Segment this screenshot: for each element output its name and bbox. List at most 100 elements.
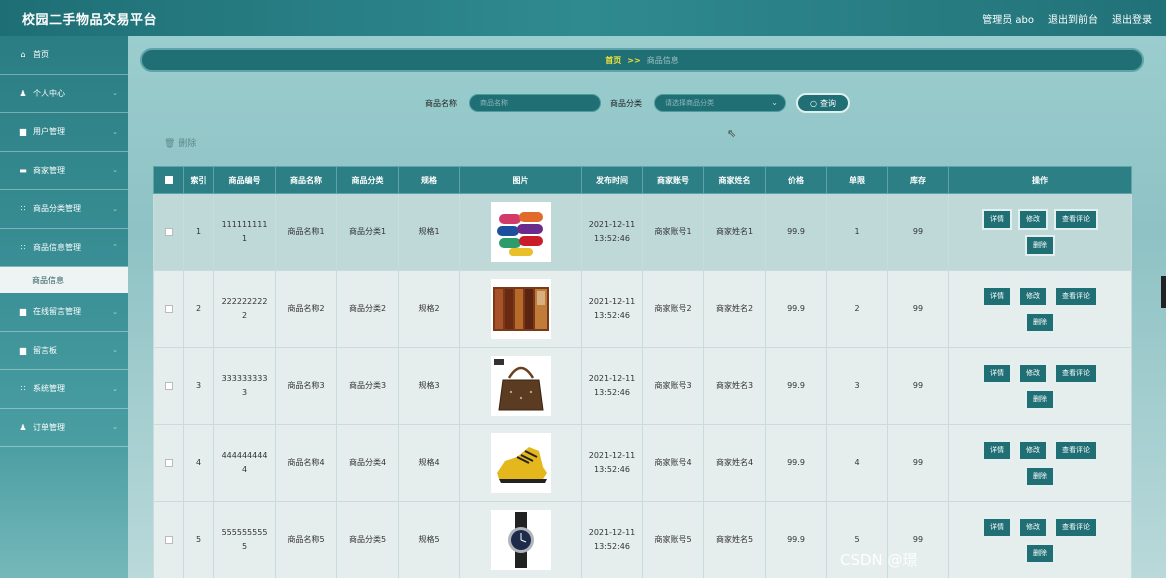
time-text: 13:52:46 [594,388,630,397]
search-button-label: 查询 [819,98,836,108]
doc-icon: ▆ [19,345,27,355]
delete-button[interactable]: 删除 [1025,388,1055,410]
category-select[interactable]: 请选择商品分类 ⌄ [654,94,786,112]
detail-button[interactable]: 详情 [982,208,1012,230]
name-input[interactable]: 商品名称 [469,94,601,112]
table-header-row: 索引 商品编号 商品名称 商品分类 规格 图片 发布时间 商家账号 商家姓名 价… [153,166,1132,194]
cell-name: 商品名称2 [275,270,337,348]
batch-delete-button[interactable]: 🗑 删除 [164,136,196,149]
edit-button[interactable]: 修改 [1018,439,1048,461]
admin-user-label[interactable]: 管理员 abo [982,11,1034,26]
product-image-handbag[interactable] [490,356,551,416]
delete-button[interactable]: 删除 [1025,465,1055,487]
view-reviews-button[interactable]: 查看评论 [1054,362,1098,384]
grid-icon: ∷ [20,384,26,394]
view-reviews-button[interactable]: 查看评论 [1054,516,1098,538]
cell-category: 商品分类3 [336,347,399,425]
sidebar-item-users[interactable]: ▆ 用户管理 ⌄ [0,113,128,152]
doc-icon: ▆ [19,307,27,317]
cell-name: 商品名称5 [275,501,337,578]
time-text: 13:52:46 [594,311,630,320]
select-all-header[interactable] [153,166,184,194]
cell-merchant: 商家姓名4 [703,424,766,502]
sidebar-item-label: 首页 [33,50,49,60]
product-image-wristwatch[interactable] [490,510,551,570]
delete-button[interactable]: 删除 [1025,542,1055,564]
detail-button[interactable]: 详情 [982,516,1012,538]
sidebar-item-label: 在线留言管理 [33,307,81,317]
column-header: 商品名称 [275,166,337,194]
sidebar-item-merchants[interactable]: ▬ 商家管理 ⌄ [0,152,128,190]
column-header: 价格 [765,166,827,194]
card-icon: ▬ [19,165,27,175]
cell-code: 3333333333 [213,347,276,425]
batch-delete-label: 删除 [178,139,197,149]
table-row: 5 5555555555 商品名称5 商品分类5 规格5 2021-12-11 1… [153,501,1132,578]
column-header: 单限 [826,166,888,194]
delete-button[interactable]: 删除 [1025,234,1055,256]
sidebar-item-board[interactable]: ▆ 留言板 ⌄ [0,332,128,370]
chevron-down-icon: ⌄ [112,346,118,355]
detail-button[interactable]: 详情 [982,362,1012,384]
header-links: 管理员 abo 退出到前台 退出登录 [982,11,1152,26]
sidebar-item-products[interactable]: ∷ 商品信息管理 ⌃ [0,229,128,267]
sidebar-item-system[interactable]: ∷ 系统管理 ⌄ [0,370,128,409]
product-image-sneaker[interactable] [490,433,551,493]
cell-actions: 详情 修改 查看评论 删除 [948,501,1132,578]
detail-button[interactable]: 详情 [982,285,1012,307]
sidebar-item-messages[interactable]: ▆ 在线留言管理 ⌄ [0,293,128,332]
cell-name: 商品名称4 [275,424,337,502]
sidebar-item-label: 用户管理 [33,127,65,137]
date-text: 2021-12-11 [588,374,636,383]
delete-button[interactable]: 删除 [1025,311,1055,333]
breadcrumb-separator: >> [627,55,641,65]
view-reviews-button[interactable]: 查看评论 [1054,208,1098,230]
row-select-cell [153,347,184,425]
row-checkbox[interactable] [164,227,173,236]
chevron-down-icon: ⌄ [112,127,118,136]
cell-merchant: 商家姓名2 [703,270,766,348]
breadcrumb-home[interactable]: 首页 [605,55,621,66]
cell-index: 4 [183,424,214,502]
cell-category: 商品分类2 [336,270,399,348]
edit-button[interactable]: 修改 [1018,285,1048,307]
watermark: CSDN @璟 [840,551,918,569]
logout-link[interactable]: 退出登录 [1112,11,1152,26]
home-icon: ⌂ [20,50,26,60]
product-image-yoga-mats[interactable] [490,202,551,262]
sidebar-subitem-product-info[interactable]: 商品信息 [0,267,128,293]
view-reviews-button[interactable]: 查看评论 [1054,439,1098,461]
cell-index: 2 [183,270,214,348]
sidebar-item-orders[interactable]: ♟ 订单管理 ⌄ [0,409,128,447]
cell-image [459,270,582,348]
cell-date: 2021-12-11 13:52:46 [581,424,643,502]
view-reviews-button[interactable]: 查看评论 [1054,285,1098,307]
sidebar-item-home[interactable]: ⌂ 首页 [0,36,128,75]
cell-stock: 99 [887,270,949,348]
sidebar-item-label: 系统管理 [33,384,65,394]
column-header: 库存 [887,166,949,194]
front-link[interactable]: 退出到前台 [1048,11,1098,26]
edit-button[interactable]: 修改 [1018,362,1048,384]
row-actions: 详情 修改 查看评论 删除 [965,516,1115,564]
detail-button[interactable]: 详情 [982,439,1012,461]
scrollbar-thumb[interactable] [1161,276,1166,308]
breadcrumb-current: 商品信息 [646,55,679,65]
edit-button[interactable]: 修改 [1018,516,1048,538]
row-checkbox[interactable] [164,458,173,467]
row-checkbox[interactable] [164,381,173,390]
column-header: 图片 [459,166,582,194]
product-image-books[interactable] [490,279,551,339]
select-all-checkbox[interactable] [164,176,173,184]
cell-limit: 3 [826,347,888,425]
search-button[interactable]: ○ 查询 [796,93,850,113]
cell-name: 商品名称1 [275,193,337,271]
cell-spec: 规格2 [398,270,460,348]
cell-index: 5 [183,501,214,578]
cell-spec: 规格1 [398,193,460,271]
row-checkbox[interactable] [164,304,173,313]
sidebar-item-categories[interactable]: ∷ 商品分类管理 ⌄ [0,190,128,229]
edit-button[interactable]: 修改 [1018,208,1048,230]
row-checkbox[interactable] [164,535,173,544]
column-header: 发布时间 [581,166,643,194]
